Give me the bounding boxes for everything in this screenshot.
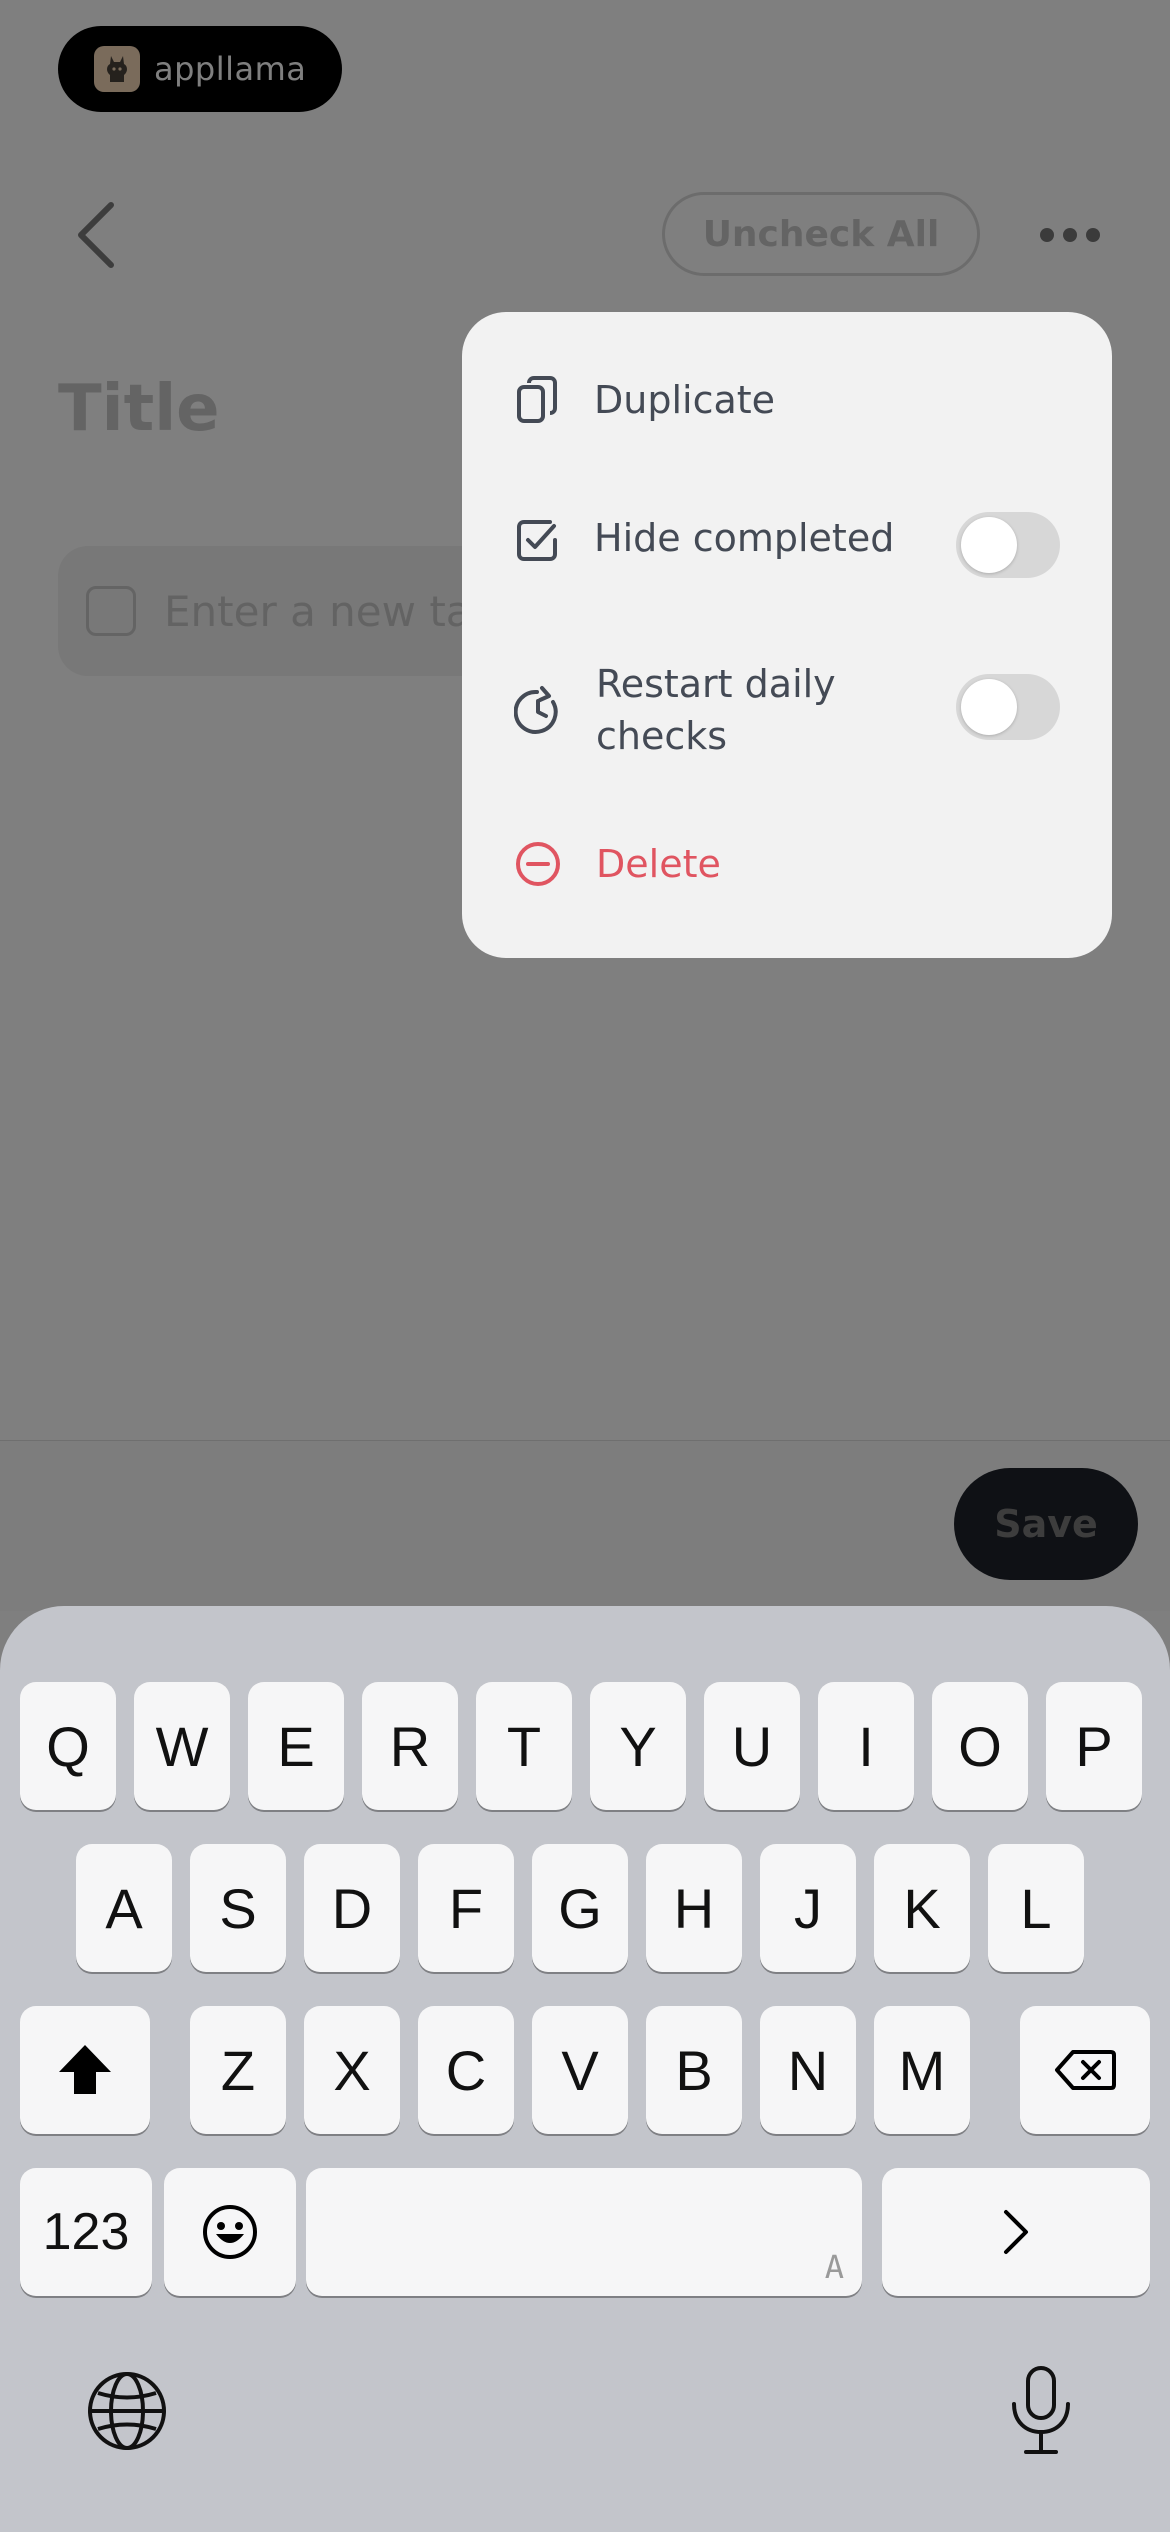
key-y[interactable]: Y [590,1682,686,1810]
virtual-keyboard: Q W E R T Y U I O P A S D F G H J K L Z … [0,1606,1170,2532]
key-k[interactable]: K [874,1844,970,1972]
menu-item-label: Duplicate [594,378,776,422]
numbers-key[interactable]: 123 [20,2168,152,2296]
screen: appllama Uncheck All Title Enter a new t… [0,0,1170,2532]
key-n[interactable]: N [760,2006,856,2134]
key-e[interactable]: E [248,1682,344,1810]
key-f[interactable]: F [418,1844,514,1972]
globe-icon [88,2372,166,2450]
key-j[interactable]: J [760,1844,856,1972]
emoji-key[interactable] [164,2168,296,2296]
emoji-icon [203,2205,257,2259]
microphone-icon [1012,2366,1070,2454]
restart-daily-toggle[interactable] [956,674,1060,740]
key-o[interactable]: O [932,1682,1028,1810]
key-c[interactable]: C [418,2006,514,2134]
minus-circle-icon [516,842,560,886]
key-u[interactable]: U [704,1682,800,1810]
globe-icon[interactable] [86,2370,168,2452]
duplicate-icon [517,376,557,423]
key-r[interactable]: R [362,1682,458,1810]
menu-item-delete[interactable]: Delete [514,838,1074,890]
key-l[interactable]: L [988,1844,1084,1972]
check-square-icon [517,520,557,561]
menu-item-label: Delete [596,842,721,886]
key-i[interactable]: I [818,1682,914,1810]
menu-item-label: Hide completed [594,516,895,560]
key-h[interactable]: H [646,1844,742,1972]
options-menu: Duplicate Hide completed Restart daily c… [462,312,1112,958]
key-a[interactable]: A [76,1844,172,1972]
key-d[interactable]: D [304,1844,400,1972]
key-m[interactable]: M [874,2006,970,2134]
toggle-knob [961,517,1017,573]
backspace-icon [1055,2050,1116,2090]
key-s[interactable]: S [190,1844,286,1972]
restart-clock-icon [514,686,558,734]
microphone-icon[interactable] [1006,2364,1076,2458]
key-v[interactable]: V [532,2006,628,2134]
shift-arrow-icon [59,2045,111,2094]
space-hint: A [824,2248,844,2286]
menu-item-label: Restart daily checks [596,662,836,758]
key-t[interactable]: T [476,1682,572,1810]
hide-completed-toggle[interactable] [956,512,1060,578]
backspace-key[interactable] [1020,2006,1150,2134]
key-b[interactable]: B [646,2006,742,2134]
chevron-right-icon [1004,2210,1028,2254]
toggle-knob [961,679,1017,735]
key-q[interactable]: Q [20,1682,116,1810]
key-z[interactable]: Z [190,2006,286,2134]
menu-item-duplicate[interactable]: Duplicate [514,374,1074,426]
key-p[interactable]: P [1046,1682,1142,1810]
next-key[interactable] [882,2168,1150,2296]
key-g[interactable]: G [532,1844,628,1972]
key-x[interactable]: X [304,2006,400,2134]
shift-key[interactable] [20,2006,150,2134]
key-w[interactable]: W [134,1682,230,1810]
space-key[interactable]: A [306,2168,862,2296]
